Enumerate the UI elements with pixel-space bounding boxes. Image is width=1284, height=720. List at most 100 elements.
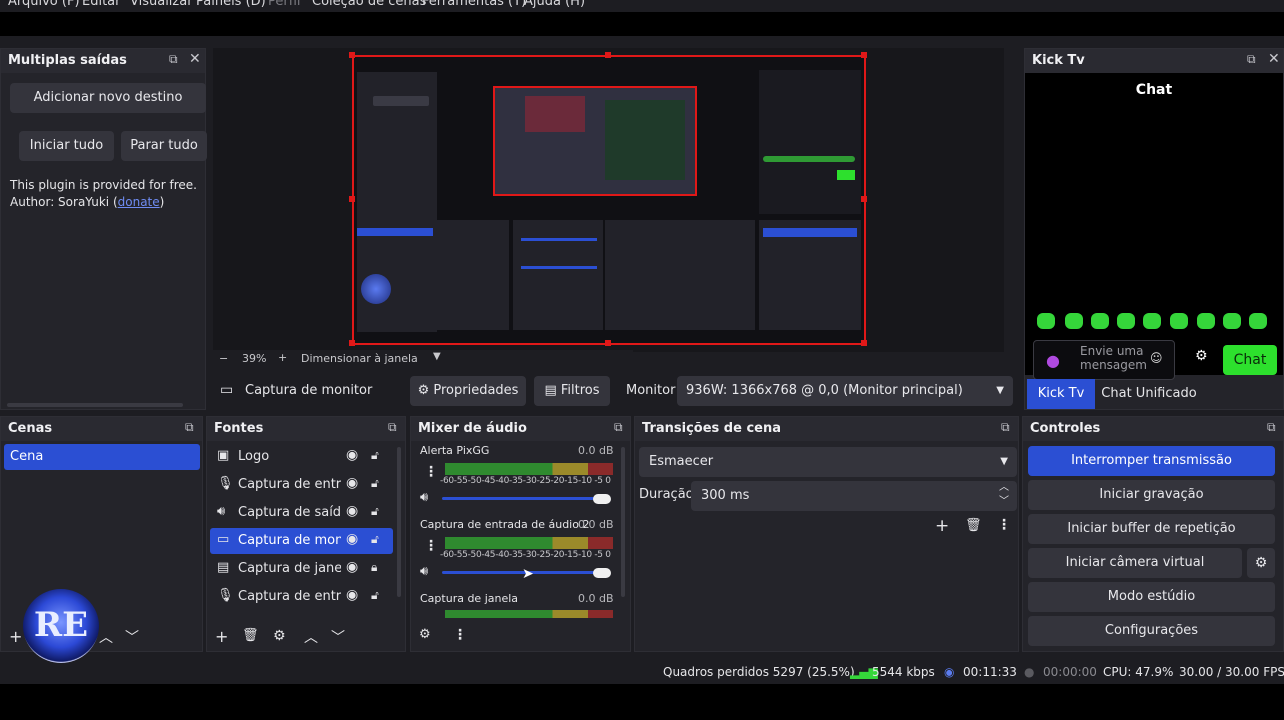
more-options-icon[interactable]: ⋮ <box>997 517 1011 533</box>
resize-handle[interactable] <box>349 340 355 346</box>
emote-icon[interactable] <box>1170 313 1188 329</box>
menu-paineis[interactable]: Painéis (D) <box>196 0 266 9</box>
resize-handle[interactable] <box>605 52 611 58</box>
menu-ferramentas[interactable]: Ferramentas (T) <box>422 0 526 9</box>
chevron-down-icon[interactable]: ﹀ <box>125 627 139 647</box>
eye-icon[interactable]: ◉ <box>346 475 358 491</box>
filters-button[interactable]: ▤ Filtros <box>534 376 610 406</box>
monitor-select[interactable]: 936W: 1366x768 @ 0,0 (Monitor principal)… <box>677 376 1013 406</box>
source-item[interactable]: 🎙︎ Captura de entrada de áudio 2 ◉ 🔓︎ <box>210 584 393 610</box>
emote-icon[interactable] <box>1223 313 1241 329</box>
resize-handle[interactable] <box>605 340 611 346</box>
float-icon[interactable]: ⧉ <box>169 52 178 67</box>
emoji-icon[interactable]: ☺ <box>1150 351 1163 365</box>
lock-icon[interactable]: 🔓︎ <box>371 532 379 547</box>
vertical-scrollbar[interactable] <box>397 447 401 597</box>
lock-icon[interactable]: 🔓︎ <box>371 588 379 603</box>
zoom-in-button[interactable]: + <box>278 351 287 364</box>
speaker-icon[interactable]: 🔊︎ <box>420 564 428 579</box>
add-icon[interactable]: + <box>935 516 949 536</box>
start-replay-buffer-button[interactable]: Iniciar buffer de repetição <box>1028 514 1275 544</box>
donate-link[interactable]: donate <box>118 195 160 209</box>
source-item[interactable]: 🔊︎ Captura de saída de áudio ◉ 🔓︎ <box>210 500 393 526</box>
add-destination-button[interactable]: Adicionar novo destino <box>10 83 206 113</box>
float-icon[interactable]: ⧉ <box>1001 420 1010 435</box>
stop-streaming-button[interactable]: Interromper transmissão <box>1028 446 1275 476</box>
lock-icon[interactable]: 🔓︎ <box>371 476 379 491</box>
speaker-icon[interactable]: 🔊︎ <box>420 490 428 505</box>
close-icon[interactable]: ✕ <box>189 51 201 67</box>
gear-icon[interactable]: ⚙ <box>1195 348 1208 364</box>
eye-icon[interactable]: ◉ <box>346 559 358 575</box>
more-options-icon[interactable]: ⋮ <box>424 464 438 480</box>
resize-handle[interactable] <box>349 52 355 58</box>
add-icon[interactable]: + <box>215 627 228 646</box>
microphone-icon[interactable]: ● <box>1046 351 1060 370</box>
float-icon[interactable]: ⧉ <box>1267 420 1276 435</box>
resize-handle[interactable] <box>861 196 867 202</box>
source-item[interactable]: 🎙︎ Captura de entrada de áudio ◉ 🔓︎ <box>210 472 393 498</box>
start-all-button[interactable]: Iniciar tudo <box>19 131 114 161</box>
advanced-audio-icon[interactable]: ⚙ <box>419 627 431 642</box>
float-icon[interactable]: ⧉ <box>1247 52 1256 67</box>
menu-ajuda[interactable]: Ajuda (H) <box>524 0 585 9</box>
menu-arquivo[interactable]: Arquivo (F) <box>8 0 80 9</box>
emote-icon[interactable] <box>1197 313 1215 329</box>
properties-button[interactable]: ⚙ Propriedades <box>410 376 526 406</box>
tab-chat-unificado[interactable]: Chat Unificado <box>1097 379 1201 409</box>
emote-icon[interactable] <box>1143 313 1161 329</box>
source-item-selected[interactable]: ▭ Captura de monitor ◉ 🔓︎ <box>210 528 393 554</box>
emote-icon[interactable] <box>1117 313 1135 329</box>
source-item[interactable]: ▤ Captura de janela ◉ 🔒︎ <box>210 556 393 582</box>
menu-visualizar[interactable]: Visualizar <box>130 0 193 9</box>
tab-kick-tv[interactable]: Kick Tv <box>1027 379 1095 409</box>
preview-area[interactable] <box>213 48 1004 352</box>
menu-perfil[interactable]: Perfil <box>268 0 301 9</box>
slider-knob[interactable] <box>593 568 611 578</box>
scale-mode-select[interactable]: Dimensionar à janela <box>301 352 418 365</box>
menu-colecao-cenas[interactable]: Coleção de cenas <box>312 0 426 9</box>
resize-handle[interactable] <box>861 52 867 58</box>
scene-item-selected[interactable]: Cena <box>4 444 200 470</box>
chevron-up-icon[interactable]: ︿ <box>99 627 113 647</box>
resize-handle[interactable] <box>861 340 867 346</box>
lock-icon[interactable]: 🔒︎ <box>371 560 377 575</box>
chat-send-button[interactable]: Chat <box>1223 345 1277 375</box>
trash-icon[interactable]: 🗑︎ <box>242 628 259 643</box>
float-icon[interactable]: ⧉ <box>614 420 623 435</box>
settings-button[interactable]: Configurações <box>1028 616 1275 646</box>
lock-icon[interactable]: 🔓︎ <box>371 448 379 463</box>
chevron-down-icon[interactable]: ▼ <box>433 351 441 362</box>
more-options-icon[interactable]: ⋮ <box>424 538 438 554</box>
duration-spinbox[interactable]: 300 ms ︿ ﹀ <box>691 481 1017 511</box>
emote-icon[interactable] <box>1091 313 1109 329</box>
trash-icon[interactable]: 🗑︎ <box>965 518 982 533</box>
start-virtual-camera-button[interactable]: Iniciar câmera virtual <box>1028 548 1242 578</box>
chevron-down-icon[interactable]: ﹀ <box>331 627 345 647</box>
studio-mode-button[interactable]: Modo estúdio <box>1028 582 1275 612</box>
spin-down-icon[interactable]: ﹀ <box>999 487 1009 517</box>
source-item[interactable]: ▣ Logo ◉ 🔓︎ <box>210 444 393 470</box>
menu-editar[interactable]: Editar <box>82 0 121 9</box>
gear-icon[interactable]: ⚙ <box>1247 548 1275 578</box>
eye-icon[interactable]: ◉ <box>346 447 358 463</box>
more-options-icon[interactable]: ⋮ <box>453 627 467 643</box>
emote-icon[interactable] <box>1065 313 1083 329</box>
float-icon[interactable]: ⧉ <box>388 420 397 435</box>
start-recording-button[interactable]: Iniciar gravação <box>1028 480 1275 510</box>
float-icon[interactable]: ⧉ <box>185 420 194 435</box>
chevron-up-icon[interactable]: ︿ <box>304 627 318 647</box>
emote-icon[interactable] <box>1037 313 1055 329</box>
close-icon[interactable]: ✕ <box>1268 51 1280 67</box>
eye-icon[interactable]: ◉ <box>346 531 358 547</box>
gear-icon[interactable]: ⚙ <box>273 628 286 644</box>
horizontal-scrollbar[interactable] <box>7 403 183 407</box>
selection-bounding-box[interactable] <box>352 55 866 345</box>
lock-icon[interactable]: 🔓︎ <box>371 504 379 519</box>
slider-knob[interactable] <box>593 494 611 504</box>
chat-input[interactable]: ● Envie uma mensagem ☺ <box>1033 340 1175 380</box>
eye-icon[interactable]: ◉ <box>346 503 358 519</box>
vertical-scrollbar[interactable] <box>621 447 625 597</box>
volume-slider[interactable] <box>442 497 610 500</box>
zoom-out-button[interactable]: − <box>219 352 228 365</box>
